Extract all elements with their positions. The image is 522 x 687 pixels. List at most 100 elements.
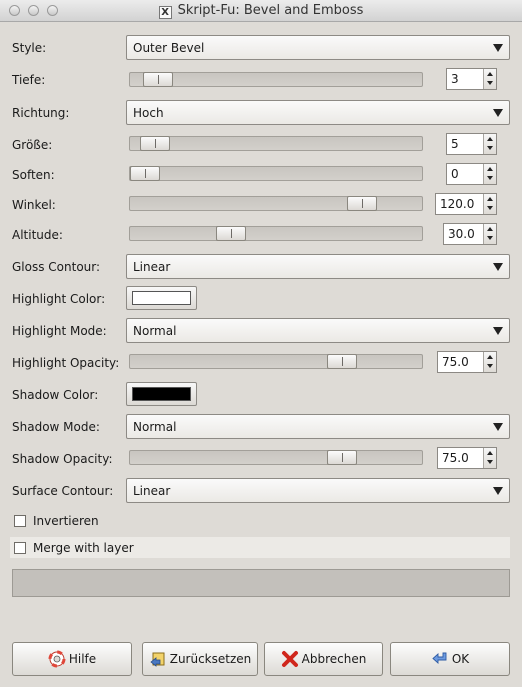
spin-down-icon[interactable] [487, 146, 493, 150]
shadow-opacity-slider-thumb[interactable] [326, 450, 357, 465]
spin-down-icon[interactable] [487, 364, 493, 368]
soften-slider[interactable] [129, 166, 423, 181]
tiefe-spin[interactable]: 3 [446, 68, 497, 90]
spin-up-icon[interactable] [487, 137, 493, 141]
highlight-opacity-value: 75.0 [442, 355, 469, 369]
progress-bar [12, 569, 510, 597]
altitude-spin-buttons[interactable] [483, 224, 496, 244]
soften-spin[interactable]: 0 [446, 163, 497, 185]
window-title-wrap: X Skript-Fu: Bevel and Emboss [0, 3, 522, 19]
highlight-opacity-label: Highlight Opacity: [12, 356, 120, 370]
groesse-spin-buttons[interactable] [483, 134, 496, 154]
highlight-color-swatch [132, 291, 191, 305]
richtung-combo-value: Hoch [133, 106, 164, 120]
reset-icon [149, 650, 167, 668]
winkel-spin-buttons[interactable] [483, 194, 496, 214]
altitude-slider[interactable] [129, 226, 423, 241]
richtung-combo[interactable]: Hoch [126, 100, 510, 125]
shadow-opacity-spin-buttons[interactable] [483, 448, 496, 468]
ok-arrow-icon [431, 650, 449, 668]
surface-contour-label: Surface Contour: [12, 484, 114, 498]
x11-icon: X [158, 6, 172, 19]
winkel-slider[interactable] [129, 196, 423, 211]
invertieren-checkbox[interactable] [14, 515, 26, 527]
surface-contour-combo[interactable]: Linear [126, 478, 510, 503]
winkel-value: 120.0 [440, 197, 475, 211]
altitude-label: Altitude: [12, 228, 63, 242]
spin-down-icon[interactable] [487, 206, 493, 210]
tiefe-label: Tiefe: [12, 73, 46, 87]
spin-up-icon[interactable] [487, 227, 493, 231]
shadow-mode-value: Normal [133, 420, 177, 434]
merge-checkbox[interactable] [14, 542, 26, 554]
shadow-opacity-slider[interactable] [129, 450, 423, 465]
gloss-contour-combo[interactable]: Linear [126, 254, 510, 279]
highlight-mode-value: Normal [133, 324, 177, 338]
spin-up-icon[interactable] [487, 197, 493, 201]
shadow-color-swatch [132, 387, 191, 401]
reset-button[interactable]: Zurücksetzen [142, 642, 258, 676]
chevron-down-icon [493, 263, 503, 271]
winkel-spin[interactable]: 120.0 [435, 193, 497, 215]
shadow-color-button[interactable] [126, 382, 197, 406]
style-combo-value: Outer Bevel [133, 41, 205, 55]
style-label: Style: [12, 41, 47, 55]
window-title: Skript-Fu: Bevel and Emboss [177, 3, 364, 18]
chevron-down-icon [493, 423, 503, 431]
tiefe-slider[interactable] [129, 72, 423, 87]
style-combo[interactable]: Outer Bevel [126, 35, 510, 60]
merge-label[interactable]: Merge with layer [33, 541, 134, 555]
ok-button-label: OK [451, 652, 470, 666]
shadow-opacity-spin[interactable]: 75.0 [437, 447, 497, 469]
altitude-value: 30.0 [448, 227, 475, 241]
gloss-contour-value: Linear [133, 260, 171, 274]
shadow-color-label: Shadow Color: [12, 388, 99, 402]
highlight-color-button[interactable] [126, 286, 197, 310]
highlight-mode-combo[interactable]: Normal [126, 318, 510, 343]
groesse-slider[interactable] [129, 136, 423, 151]
invertieren-label[interactable]: Invertieren [33, 514, 99, 528]
spin-down-icon[interactable] [487, 81, 493, 85]
chevron-down-icon [493, 44, 503, 52]
highlight-opacity-spin-buttons[interactable] [483, 352, 496, 372]
spin-down-icon[interactable] [487, 460, 493, 464]
surface-contour-value: Linear [133, 484, 171, 498]
winkel-slider-thumb[interactable] [347, 196, 378, 211]
tiefe-spin-buttons[interactable] [483, 69, 496, 89]
chevron-down-icon [493, 487, 503, 495]
spin-up-icon[interactable] [487, 72, 493, 76]
richtung-label: Richtung: [12, 106, 70, 120]
altitude-spin[interactable]: 30.0 [443, 223, 497, 245]
cancel-button[interactable]: Abbrechen [264, 642, 383, 676]
spin-down-icon[interactable] [487, 236, 493, 240]
ok-button[interactable]: OK [390, 642, 510, 676]
soften-label: Soften: [12, 168, 55, 182]
cancel-icon [281, 650, 299, 668]
shadow-mode-combo[interactable]: Normal [126, 414, 510, 439]
tiefe-value: 3 [451, 72, 459, 86]
soften-spin-buttons[interactable] [483, 164, 496, 184]
help-button-label: Hilfe [68, 652, 97, 666]
reset-button-label: Zurücksetzen [169, 652, 252, 666]
highlight-mode-label: Highlight Mode: [12, 324, 107, 338]
spin-down-icon[interactable] [487, 176, 493, 180]
groesse-label: Größe: [12, 138, 53, 152]
groesse-value: 5 [451, 137, 459, 151]
soften-slider-thumb[interactable] [130, 166, 160, 181]
tiefe-slider-thumb[interactable] [143, 72, 174, 87]
spin-up-icon[interactable] [487, 451, 493, 455]
altitude-slider-thumb[interactable] [216, 226, 247, 241]
gloss-contour-label: Gloss Contour: [12, 260, 101, 274]
spin-up-icon[interactable] [487, 167, 493, 171]
highlight-opacity-slider-thumb[interactable] [326, 354, 357, 369]
spin-up-icon[interactable] [487, 355, 493, 359]
groesse-spin[interactable]: 5 [446, 133, 497, 155]
groesse-slider-thumb[interactable] [140, 136, 171, 151]
shadow-opacity-value: 75.0 [442, 451, 469, 465]
highlight-opacity-spin[interactable]: 75.0 [437, 351, 497, 373]
soften-value: 0 [451, 167, 459, 181]
help-button[interactable]: Hilfe [12, 642, 132, 676]
highlight-opacity-slider[interactable] [129, 354, 423, 369]
winkel-label: Winkel: [12, 198, 56, 212]
chevron-down-icon [493, 327, 503, 335]
